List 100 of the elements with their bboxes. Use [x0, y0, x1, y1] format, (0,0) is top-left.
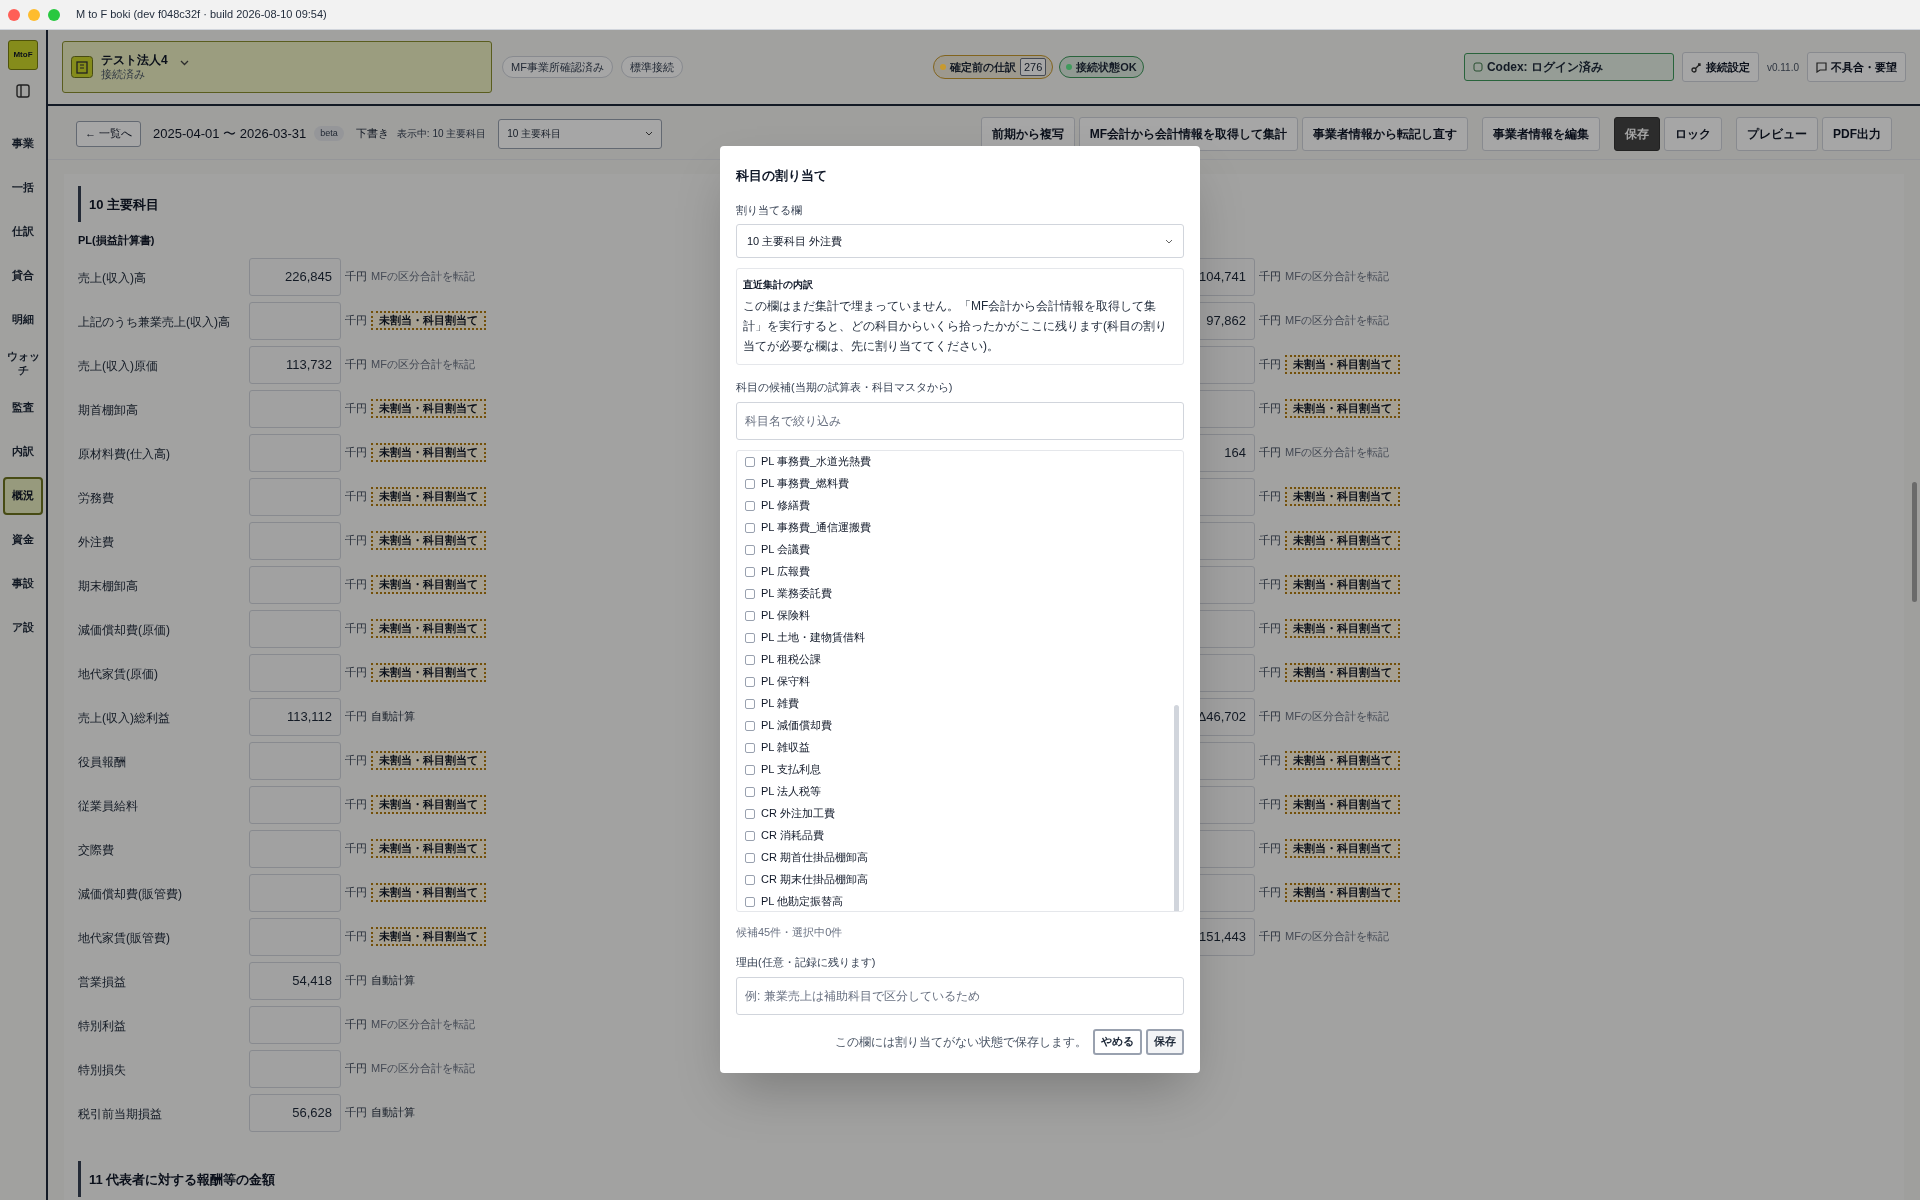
checkbox[interactable] [745, 478, 755, 489]
sidebar-item[interactable]: 明細 [3, 301, 43, 339]
sidebar-item[interactable]: 事業 [3, 125, 43, 163]
checkbox[interactable] [745, 698, 755, 709]
sidebar-item[interactable]: 貸合 [3, 257, 43, 295]
candidate-item[interactable]: PL 法人税等 [745, 780, 1183, 803]
assign-button[interactable]: 未割当・科目割当て [371, 487, 486, 506]
amount-field[interactable] [249, 301, 341, 340]
amount-field[interactable] [249, 741, 341, 780]
amount-field[interactable] [249, 653, 341, 692]
checkbox[interactable] [745, 808, 755, 819]
assign-button[interactable]: 未割当・科目割当て [1285, 795, 1400, 814]
filter-field[interactable]: 科目名で絞り込み [736, 401, 1184, 440]
sidebar-item[interactable]: 資金 [3, 521, 43, 559]
cancel-button[interactable]: やめる [1093, 1028, 1142, 1055]
amount-field[interactable] [249, 609, 341, 648]
section-select[interactable]: 10 主要科目 [498, 118, 663, 149]
candidate-item[interactable]: CR 期末仕掛品棚卸高 [745, 868, 1183, 891]
candidate-item[interactable]: PL 事務費_通信運搬費 [745, 516, 1183, 539]
amount-field[interactable] [249, 433, 341, 472]
assign-button[interactable]: 未割当・科目割当て [1285, 487, 1400, 506]
assign-button[interactable]: 未割当・科目割当て [371, 663, 486, 682]
amount-field[interactable]: 226,845 [249, 257, 341, 296]
amount-field[interactable]: 113,732 [249, 345, 341, 384]
assign-button[interactable]: 未割当・科目割当て [1285, 575, 1400, 594]
assign-button[interactable]: 未割当・科目割当て [1285, 751, 1400, 770]
checkbox[interactable] [745, 764, 755, 775]
candidate-item[interactable]: PL 事務費_燃料費 [745, 472, 1183, 495]
toolbar-button[interactable]: 事業者情報から転記し直す [1302, 116, 1468, 151]
toolbar-button[interactable]: ロック [1664, 116, 1722, 151]
amount-field[interactable] [249, 1049, 341, 1088]
reason-field[interactable]: 例: 兼業売上は補助科目で区分しているため [736, 976, 1184, 1015]
assign-button[interactable]: 未割当・科目割当て [371, 531, 486, 550]
candidate-item[interactable]: CR 期首仕掛品棚卸高 [745, 846, 1183, 869]
checkbox[interactable] [745, 566, 755, 577]
assign-button[interactable]: 未割当・科目割当て [371, 927, 486, 946]
candidate-item[interactable]: PL 支払利息 [745, 758, 1183, 781]
sidebar-item[interactable]: 一括 [3, 169, 43, 207]
amount-field[interactable] [249, 1005, 341, 1044]
checkbox[interactable] [745, 610, 755, 621]
amount-field[interactable] [249, 477, 341, 516]
assign-button[interactable]: 未割当・科目割当て [1285, 619, 1400, 638]
amount-field[interactable] [249, 389, 341, 428]
amount-field[interactable] [249, 785, 341, 824]
checkbox[interactable] [745, 830, 755, 841]
candidate-item[interactable]: PL 他勘定振替高 [745, 890, 1183, 911]
sidebar-item[interactable]: 事設 [3, 565, 43, 603]
candidate-item[interactable]: CR 外注加工費 [745, 802, 1183, 825]
checkbox[interactable] [745, 500, 755, 511]
sidebar-item[interactable]: 監査 [3, 389, 43, 427]
amount-field[interactable] [249, 521, 341, 560]
assign-button[interactable]: 未割当・科目割当て [371, 443, 486, 462]
amount-field[interactable]: 113,112 [249, 697, 341, 736]
checkbox[interactable] [745, 786, 755, 797]
sidebar-item[interactable]: 概況 [3, 477, 43, 515]
assign-button[interactable]: 未割当・科目割当て [1285, 531, 1400, 550]
sidebar-toggle-icon[interactable] [16, 84, 30, 98]
checkbox[interactable] [745, 676, 755, 687]
amount-field[interactable]: 54,418 [249, 961, 341, 1000]
assign-button[interactable]: 未割当・科目割当て [1285, 663, 1400, 682]
toolbar-button[interactable]: 保存 [1614, 116, 1660, 151]
amount-field[interactable] [249, 873, 341, 912]
codex-status[interactable]: Codex: ログイン済み [1463, 53, 1674, 81]
sidebar-item[interactable]: 仕訳 [3, 213, 43, 251]
candidate-item[interactable]: PL 保険料 [745, 604, 1183, 627]
candidate-item[interactable]: PL 土地・建物賃借料 [745, 626, 1183, 649]
assign-button[interactable]: 未割当・科目割当て [371, 619, 486, 638]
back-button[interactable]: ← 一覧へ [76, 120, 142, 147]
checkbox[interactable] [745, 544, 755, 555]
feedback-button[interactable]: 不具合・要望 [1807, 52, 1906, 82]
toolbar-button[interactable]: プレビュー [1736, 116, 1818, 151]
assign-button[interactable]: 未割当・科目割当て [371, 751, 486, 770]
checkbox[interactable] [745, 874, 755, 885]
connection-settings-button[interactable]: 接続設定 [1681, 52, 1759, 82]
candidate-item[interactable]: PL 雑収益 [745, 736, 1183, 759]
checkbox[interactable] [745, 896, 755, 907]
toolbar-button[interactable]: MF会計から会計情報を取得して集計 [1078, 116, 1298, 151]
assign-button[interactable]: 未割当・科目割当て [371, 311, 486, 330]
checkbox[interactable] [745, 654, 755, 665]
checkbox[interactable] [745, 852, 755, 863]
assign-button[interactable]: 未割当・科目割当て [1285, 839, 1400, 858]
candidate-item[interactable]: PL 租税公課 [745, 648, 1183, 671]
candidate-item[interactable]: PL 広報費 [745, 560, 1183, 583]
assign-button[interactable]: 未割当・科目割当て [371, 575, 486, 594]
save-button[interactable]: 保存 [1146, 1028, 1184, 1055]
candidate-item[interactable]: CR 消耗品費 [745, 824, 1183, 847]
toolbar-button[interactable]: PDF出力 [1822, 116, 1892, 151]
candidate-item[interactable]: PL 保守料 [745, 670, 1183, 693]
assign-button[interactable]: 未割当・科目割当て [371, 883, 486, 902]
checkbox[interactable] [745, 456, 755, 467]
assign-button[interactable]: 未割当・科目割当て [371, 795, 486, 814]
checkbox[interactable] [745, 720, 755, 731]
assign-button[interactable]: 未割当・科目割当て [371, 399, 486, 418]
sidebar-item[interactable]: 内訳 [3, 433, 43, 471]
target-select[interactable]: 10 主要科目 外注費 [736, 224, 1184, 258]
assign-button[interactable]: 未割当・科目割当て [1285, 399, 1400, 418]
candidate-item[interactable]: PL 会議費 [745, 538, 1183, 561]
assign-button[interactable]: 未割当・科目割当て [1285, 883, 1400, 902]
amount-field[interactable]: 56,628 [249, 1093, 341, 1132]
checkbox[interactable] [745, 632, 755, 643]
